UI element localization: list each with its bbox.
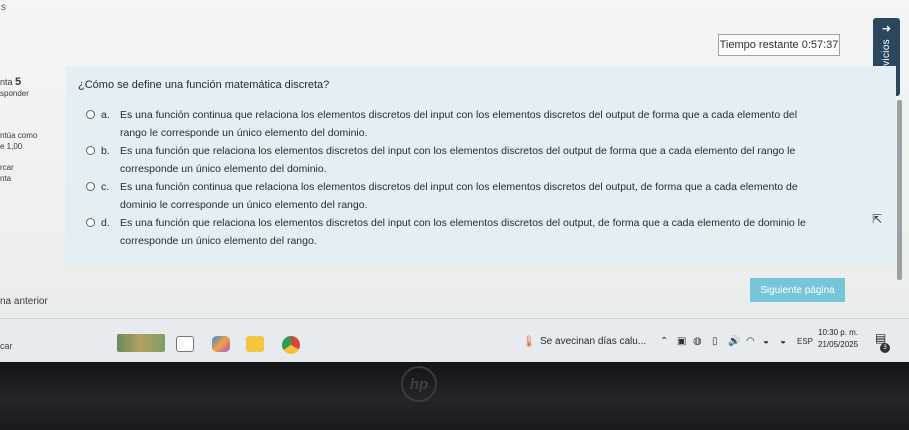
arrow-right-icon: ➜ bbox=[881, 23, 892, 35]
wifi-icon[interactable]: ◠ bbox=[746, 336, 755, 347]
clock-date[interactable]: 21/05/2025 bbox=[818, 340, 858, 349]
notification-badge: 3 bbox=[880, 343, 890, 353]
question-info-label: nta 5 bbox=[0, 76, 21, 88]
battery-icon[interactable]: ▯ bbox=[712, 336, 718, 347]
radio-button[interactable] bbox=[86, 110, 95, 119]
option-text: Es una función que relaciona los element… bbox=[120, 145, 796, 175]
question-text: ¿Cómo se define una función matemática d… bbox=[78, 79, 330, 91]
radio-button[interactable] bbox=[86, 182, 95, 191]
question-label: nta bbox=[0, 77, 13, 87]
flag-question-link-2[interactable]: nta bbox=[0, 174, 11, 183]
option-text: Es una función continua que relaciona lo… bbox=[120, 109, 798, 139]
network-icon-2[interactable]: ◒ bbox=[780, 336, 786, 347]
network-icon[interactable]: ◒ bbox=[763, 336, 769, 347]
language-indicator[interactable]: ESP bbox=[797, 337, 813, 346]
taskbar: car 🌡 Se avecinan días calu... ⌃ ▣ ◍ ▯ 🔊… bbox=[0, 318, 909, 362]
widgets-scene-icon[interactable] bbox=[117, 334, 165, 352]
volume-icon[interactable]: 🔊 bbox=[728, 336, 740, 347]
hp-logo: hp bbox=[401, 366, 437, 402]
scrollbar[interactable] bbox=[897, 100, 902, 280]
question-box: ¿Cómo se define una función matemática d… bbox=[66, 66, 896, 268]
option-letter: b. bbox=[101, 145, 110, 157]
option-text: Es una función continua que relaciona lo… bbox=[120, 181, 798, 211]
next-page-button[interactable]: Siguiente página bbox=[750, 278, 845, 302]
weather-text[interactable]: Se avecinan días calu... bbox=[540, 336, 646, 347]
time-remaining-text: Tiempo restante 0:57:37 bbox=[719, 39, 839, 51]
monitor-bezel bbox=[0, 362, 909, 430]
chevron-up-icon[interactable]: ⌃ bbox=[660, 336, 668, 347]
time-remaining: Tiempo restante 0:57:37 bbox=[718, 34, 840, 56]
tray-app-icon-2[interactable]: ◍ bbox=[693, 336, 702, 347]
weather-thermometer-icon[interactable]: 🌡 bbox=[522, 335, 536, 348]
chrome-icon[interactable] bbox=[282, 336, 300, 354]
flag-question-link[interactable]: rcar bbox=[0, 163, 14, 172]
mouse-cursor-icon: ⇱ bbox=[872, 212, 883, 226]
radio-button[interactable] bbox=[86, 218, 95, 227]
task-view-icon[interactable] bbox=[176, 336, 194, 352]
corner-char: s bbox=[1, 2, 6, 13]
clock-time[interactable]: 10:30 p. m. bbox=[818, 328, 858, 337]
option-letter: a. bbox=[101, 109, 110, 121]
taskbar-search[interactable]: car bbox=[0, 341, 13, 351]
file-explorer-icon[interactable] bbox=[246, 336, 264, 352]
question-status: sponder bbox=[0, 89, 29, 98]
screen: s Tiempo restante 0:57:37 ➜ Servicios ≡ … bbox=[0, 0, 909, 362]
copilot-icon[interactable] bbox=[212, 336, 230, 352]
radio-button[interactable] bbox=[86, 146, 95, 155]
question-number: 5 bbox=[15, 76, 22, 88]
previous-page-link[interactable]: na anterior bbox=[0, 296, 48, 307]
option-text: Es una función que relaciona los element… bbox=[120, 217, 806, 247]
score-label: ntúa como bbox=[0, 131, 38, 140]
option-letter: c. bbox=[101, 181, 110, 193]
option-letter: d. bbox=[101, 217, 110, 229]
tray-app-icon[interactable]: ▣ bbox=[677, 336, 686, 347]
score-value: e 1,00 bbox=[0, 142, 23, 151]
